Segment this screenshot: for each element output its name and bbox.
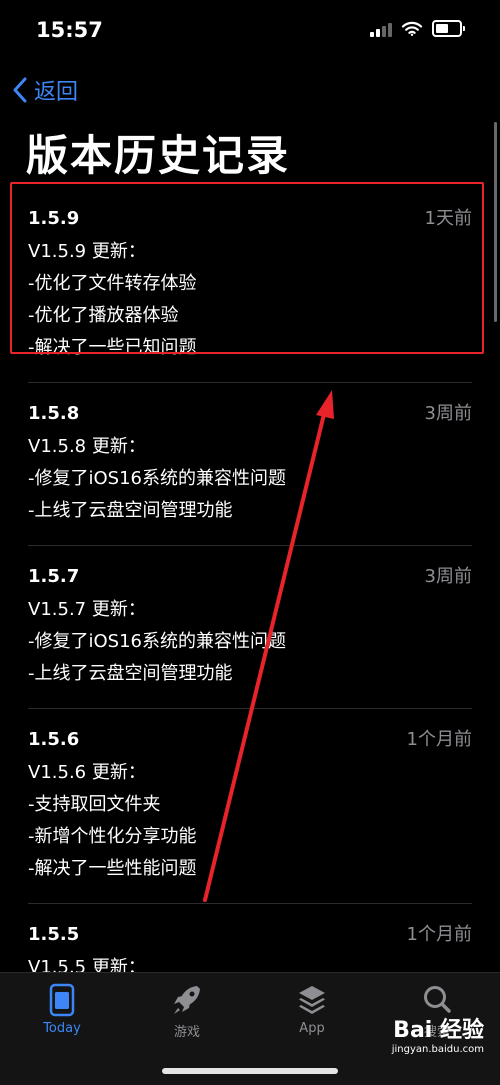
version-item-1-5-8: 1.5.8 3周前 V1.5.8 更新： -修复了iOS16系统的兼容性问题 -… bbox=[28, 383, 472, 546]
status-bar: 15:57 bbox=[0, 0, 500, 60]
cellular-signal-icon bbox=[370, 21, 392, 37]
version-note: V1.5.6 更新： bbox=[28, 762, 146, 783]
version-note: -上线了云盘空间管理功能 bbox=[28, 663, 233, 684]
version-date: 3周前 bbox=[424, 403, 472, 424]
rocket-icon bbox=[174, 986, 200, 1014]
version-note: -优化了播放器体验 bbox=[28, 305, 179, 326]
wifi-icon bbox=[402, 21, 422, 36]
chevron-left-icon bbox=[13, 77, 27, 103]
today-icon bbox=[49, 983, 75, 1017]
version-note: V1.5.9 更新： bbox=[28, 241, 146, 262]
version-number: 1.5.8 bbox=[28, 403, 80, 424]
version-note: -修复了iOS16系统的兼容性问题 bbox=[28, 468, 286, 489]
watermark: Bai 经验 jingyan.baidu.com bbox=[392, 1012, 484, 1055]
version-number: 1.5.7 bbox=[28, 566, 80, 587]
version-note: -解决了一些已知问题 bbox=[28, 337, 197, 358]
tab-label: 游戏 bbox=[173, 1025, 200, 1040]
version-note: -上线了云盘空间管理功能 bbox=[28, 500, 233, 521]
version-date: 1天前 bbox=[424, 208, 472, 229]
status-icons bbox=[370, 20, 465, 37]
version-number: 1.5.9 bbox=[28, 208, 80, 229]
version-list: 1.5.9 1天前 V1.5.9 更新： -优化了文件转存体验 -优化了播放器体… bbox=[0, 188, 500, 984]
battery-icon bbox=[432, 20, 465, 37]
version-note: -修复了iOS16系统的兼容性问题 bbox=[28, 631, 286, 652]
version-note: V1.5.7 更新： bbox=[28, 599, 146, 620]
tab-label: App bbox=[299, 1021, 325, 1036]
home-indicator[interactable] bbox=[162, 1068, 338, 1074]
version-date: 1个月前 bbox=[406, 924, 472, 945]
version-note: -支持取回文件夹 bbox=[28, 794, 161, 815]
layers-icon bbox=[299, 986, 325, 1014]
page-title: 版本历史记录 bbox=[26, 131, 291, 180]
tab-games[interactable]: 游戏 bbox=[137, 983, 237, 1040]
version-number: 1.5.6 bbox=[28, 729, 80, 750]
back-label: 返回 bbox=[34, 80, 79, 105]
watermark-url: jingyan.baidu.com bbox=[391, 1044, 484, 1055]
version-note: -解决了一些性能问题 bbox=[28, 858, 197, 879]
tab-today[interactable]: Today bbox=[12, 983, 112, 1036]
version-note: -优化了文件转存体验 bbox=[28, 273, 197, 294]
version-date: 3周前 bbox=[424, 566, 472, 587]
version-item-1-5-7: 1.5.7 3周前 V1.5.7 更新： -修复了iOS16系统的兼容性问题 -… bbox=[28, 546, 472, 709]
back-button[interactable]: 返回 bbox=[12, 74, 78, 106]
version-number: 1.5.5 bbox=[28, 924, 80, 945]
tab-label: Today bbox=[43, 1021, 81, 1036]
status-time: 15:57 bbox=[36, 18, 103, 42]
version-note: -新增个性化分享功能 bbox=[28, 826, 197, 847]
tab-apps[interactable]: App bbox=[262, 983, 362, 1036]
version-note: V1.5.8 更新： bbox=[28, 436, 146, 457]
version-date: 1个月前 bbox=[406, 729, 472, 750]
version-item-1-5-9: 1.5.9 1天前 V1.5.9 更新： -优化了文件转存体验 -优化了播放器体… bbox=[28, 188, 472, 383]
version-item-1-5-6: 1.5.6 1个月前 V1.5.6 更新： -支持取回文件夹 -新增个性化分享功… bbox=[28, 709, 472, 904]
watermark-logo: Bai 经验 bbox=[393, 1018, 484, 1043]
